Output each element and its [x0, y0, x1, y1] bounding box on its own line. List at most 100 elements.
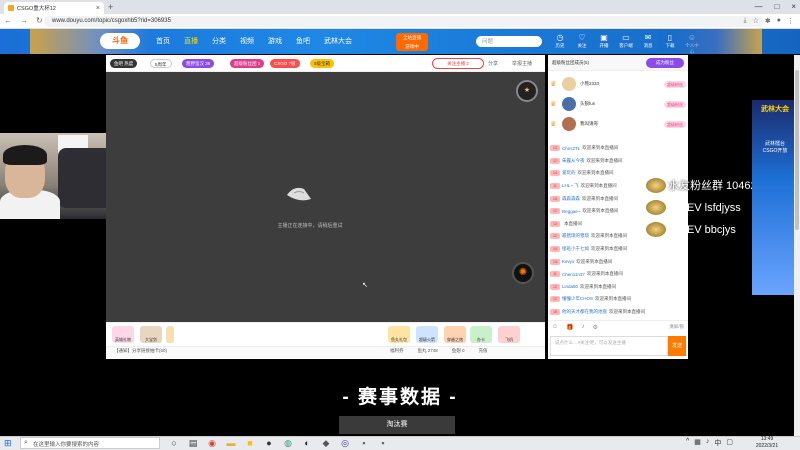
chat-nickname[interactable]: 接班小于七如: [562, 246, 589, 252]
notification-icon[interactable]: ▢: [726, 438, 733, 448]
back-icon[interactable]: ←: [4, 16, 12, 25]
gift-plane[interactable]: 飞机: [498, 326, 520, 343]
follow-streamer-button[interactable]: 关注主播 2: [432, 58, 484, 69]
rank-row[interactable]: ♛ 小熊2333 超级粉丝: [550, 74, 686, 94]
task-view-icon[interactable]: ▤: [187, 437, 199, 449]
coupon-link[interactable]: 福利券: [390, 348, 404, 354]
gift-hero[interactable]: 英雄礼物: [112, 326, 134, 343]
star-icon[interactable]: ☆: [753, 17, 759, 25]
chrome-icon[interactable]: ◉: [206, 437, 218, 449]
badge-fishbar[interactable]: 鱼吧 热度: [110, 59, 138, 68]
nav-item-wulin[interactable]: 武林大会: [324, 36, 352, 46]
chevron-up-icon[interactable]: ^: [686, 438, 689, 448]
browser-tab[interactable]: CSGO重大杯12 ×: [4, 2, 104, 14]
url-input[interactable]: www.douyu.com/topic/csgoxhb5?rid=306935: [44, 16, 764, 27]
penguin-icon[interactable]: ●: [263, 437, 275, 449]
messages-button[interactable]: ✉ 消息: [640, 33, 656, 55]
badge-anniversary[interactable]: 5周年: [150, 59, 172, 68]
chat-nickname[interactable]: 朱露从今夜: [562, 158, 585, 164]
badge-rank[interactable]: 粗野蛮汉 38: [182, 59, 215, 68]
cortana-icon[interactable]: ○: [168, 437, 180, 449]
chat-nickname[interactable]: Kevyv: [562, 259, 574, 264]
chat-input[interactable]: 说点什么…#关注'吧，可以发送主播: [550, 336, 668, 356]
chat-nickname[interactable]: 他的天才都在我的地盘: [562, 309, 607, 315]
send-button[interactable]: 发送: [668, 336, 686, 356]
chat-nickname[interactable]: 最猥琐的猥琐: [562, 233, 589, 239]
site-logo[interactable]: 斗鱼: [100, 33, 140, 49]
close-tab-icon[interactable]: ×: [96, 5, 100, 12]
report-button[interactable]: 举报主播: [512, 60, 532, 67]
badge-level[interactable]: CSGO 7级: [270, 59, 300, 68]
client-button[interactable]: ▭ 客户端: [618, 33, 634, 55]
gift-rocket[interactable]: 超级火箭: [416, 326, 438, 343]
chat-nickname[interactable]: Chris2TL: [562, 146, 580, 151]
recharge-link[interactable]: 充值: [479, 348, 488, 354]
side-ad-banner[interactable]: [752, 100, 798, 295]
reload-icon[interactable]: ↻: [36, 16, 43, 25]
gift-icon[interactable]: 🎁: [566, 324, 573, 331]
badge-chest[interactable]: 5级宝箱: [310, 59, 335, 68]
file-explorer-icon[interactable]: ▬: [225, 437, 237, 449]
gift-sword[interactable]: 大宝剑: [140, 326, 162, 343]
settings-icon[interactable]: ⚙: [593, 324, 598, 331]
chat-nickname[interactable]: 爱玩的: [562, 170, 576, 176]
extensions-icon[interactable]: ✱: [765, 17, 771, 25]
share-button[interactable]: 分享: [488, 60, 498, 67]
scrollbar-thumb[interactable]: [795, 70, 799, 230]
badge-fanclub[interactable]: 超级粉丝团 1: [230, 59, 265, 68]
app-icon[interactable]: ▪: [377, 437, 389, 449]
app-icon[interactable]: ▪: [358, 437, 370, 449]
nav-item-home[interactable]: 首页: [156, 36, 170, 46]
close-window-icon[interactable]: ×: [791, 2, 796, 11]
nav-item-video[interactable]: 视频: [240, 36, 254, 46]
game-icon[interactable]: ◆: [320, 437, 332, 449]
join-fanclub-button[interactable]: 成为粉丝: [646, 58, 684, 68]
broadcast-button[interactable]: ▣ 开播: [596, 33, 612, 55]
tab-elimination[interactable]: 淘汰赛: [339, 416, 455, 434]
steam-icon[interactable]: ◐: [301, 437, 313, 449]
chat-nickname[interactable]: 懂懂少年CHOS: [562, 296, 593, 302]
event-logo-icon[interactable]: ★: [516, 80, 538, 102]
follow-list-button[interactable]: ♡ 关注: [574, 33, 590, 55]
gift-cannon[interactable]: 穿越之炮: [444, 326, 466, 343]
menu-icon[interactable]: ⋮: [787, 17, 794, 25]
notice-text[interactable]: 【通知】分享链接抽卡(60): [114, 348, 167, 354]
nav-item-live[interactable]: 直播: [184, 36, 198, 46]
live-promo-button[interactable]: 全站直播 游戏中: [396, 33, 428, 51]
profile-icon[interactable]: ●: [777, 17, 781, 25]
lucky-wheel-icon[interactable]: ✺: [512, 262, 534, 284]
nav-item-category[interactable]: 分类: [212, 36, 226, 46]
minimize-icon[interactable]: —: [754, 2, 762, 11]
network-icon[interactable]: ▦: [694, 438, 701, 448]
taskbar-clock[interactable]: 13:49 2022/3/21: [748, 436, 786, 450]
gift-card[interactable]: 办卡: [470, 326, 492, 343]
gift-fishball[interactable]: 鱼丸礼包: [388, 326, 410, 343]
video-area[interactable]: [106, 72, 545, 322]
forward-icon[interactable]: →: [20, 16, 28, 25]
chat-nickname[interactable]: LHL~ 飞: [562, 183, 579, 189]
rank-row[interactable]: ♛ 头狼fun 超级粉丝: [550, 94, 686, 114]
ime-icon[interactable]: 中: [714, 438, 721, 448]
volume-icon[interactable]: ♪: [706, 438, 710, 448]
download-icon[interactable]: ⤓: [744, 17, 747, 25]
maximize-icon[interactable]: □: [774, 2, 779, 11]
app-icon[interactable]: ■: [244, 437, 256, 449]
gift-more[interactable]: [166, 326, 174, 343]
nav-item-fishbar[interactable]: 鱼吧: [296, 36, 310, 46]
site-search-input[interactable]: 问题: [476, 36, 542, 47]
chat-nickname[interactable]: Chen11n37: [562, 272, 585, 277]
rank-row[interactable]: ♛ 我叫请哥 超级粉丝: [550, 114, 686, 134]
emoji-icon[interactable]: ☺: [552, 324, 558, 331]
chat-nickname[interactable]: 森森森森: [562, 196, 580, 202]
windows-start-icon[interactable]: ⊞: [4, 438, 12, 449]
nav-item-game[interactable]: 游戏: [268, 36, 282, 46]
obs-icon[interactable]: ◎: [339, 437, 351, 449]
clear-screen-button[interactable]: 清屏/锁: [669, 324, 684, 331]
chat-nickname[interactable]: Reggae~: [562, 209, 580, 214]
chat-nickname[interactable]: Linda60: [562, 284, 578, 289]
wechat-icon[interactable]: ◍: [282, 437, 294, 449]
music-icon[interactable]: ♪: [582, 324, 585, 331]
taskbar-search-input[interactable]: ⌕ 在这里输入你要搜索的内容: [20, 437, 160, 449]
history-button[interactable]: ◷ 历史: [552, 33, 568, 55]
new-tab-button[interactable]: +: [108, 2, 113, 12]
